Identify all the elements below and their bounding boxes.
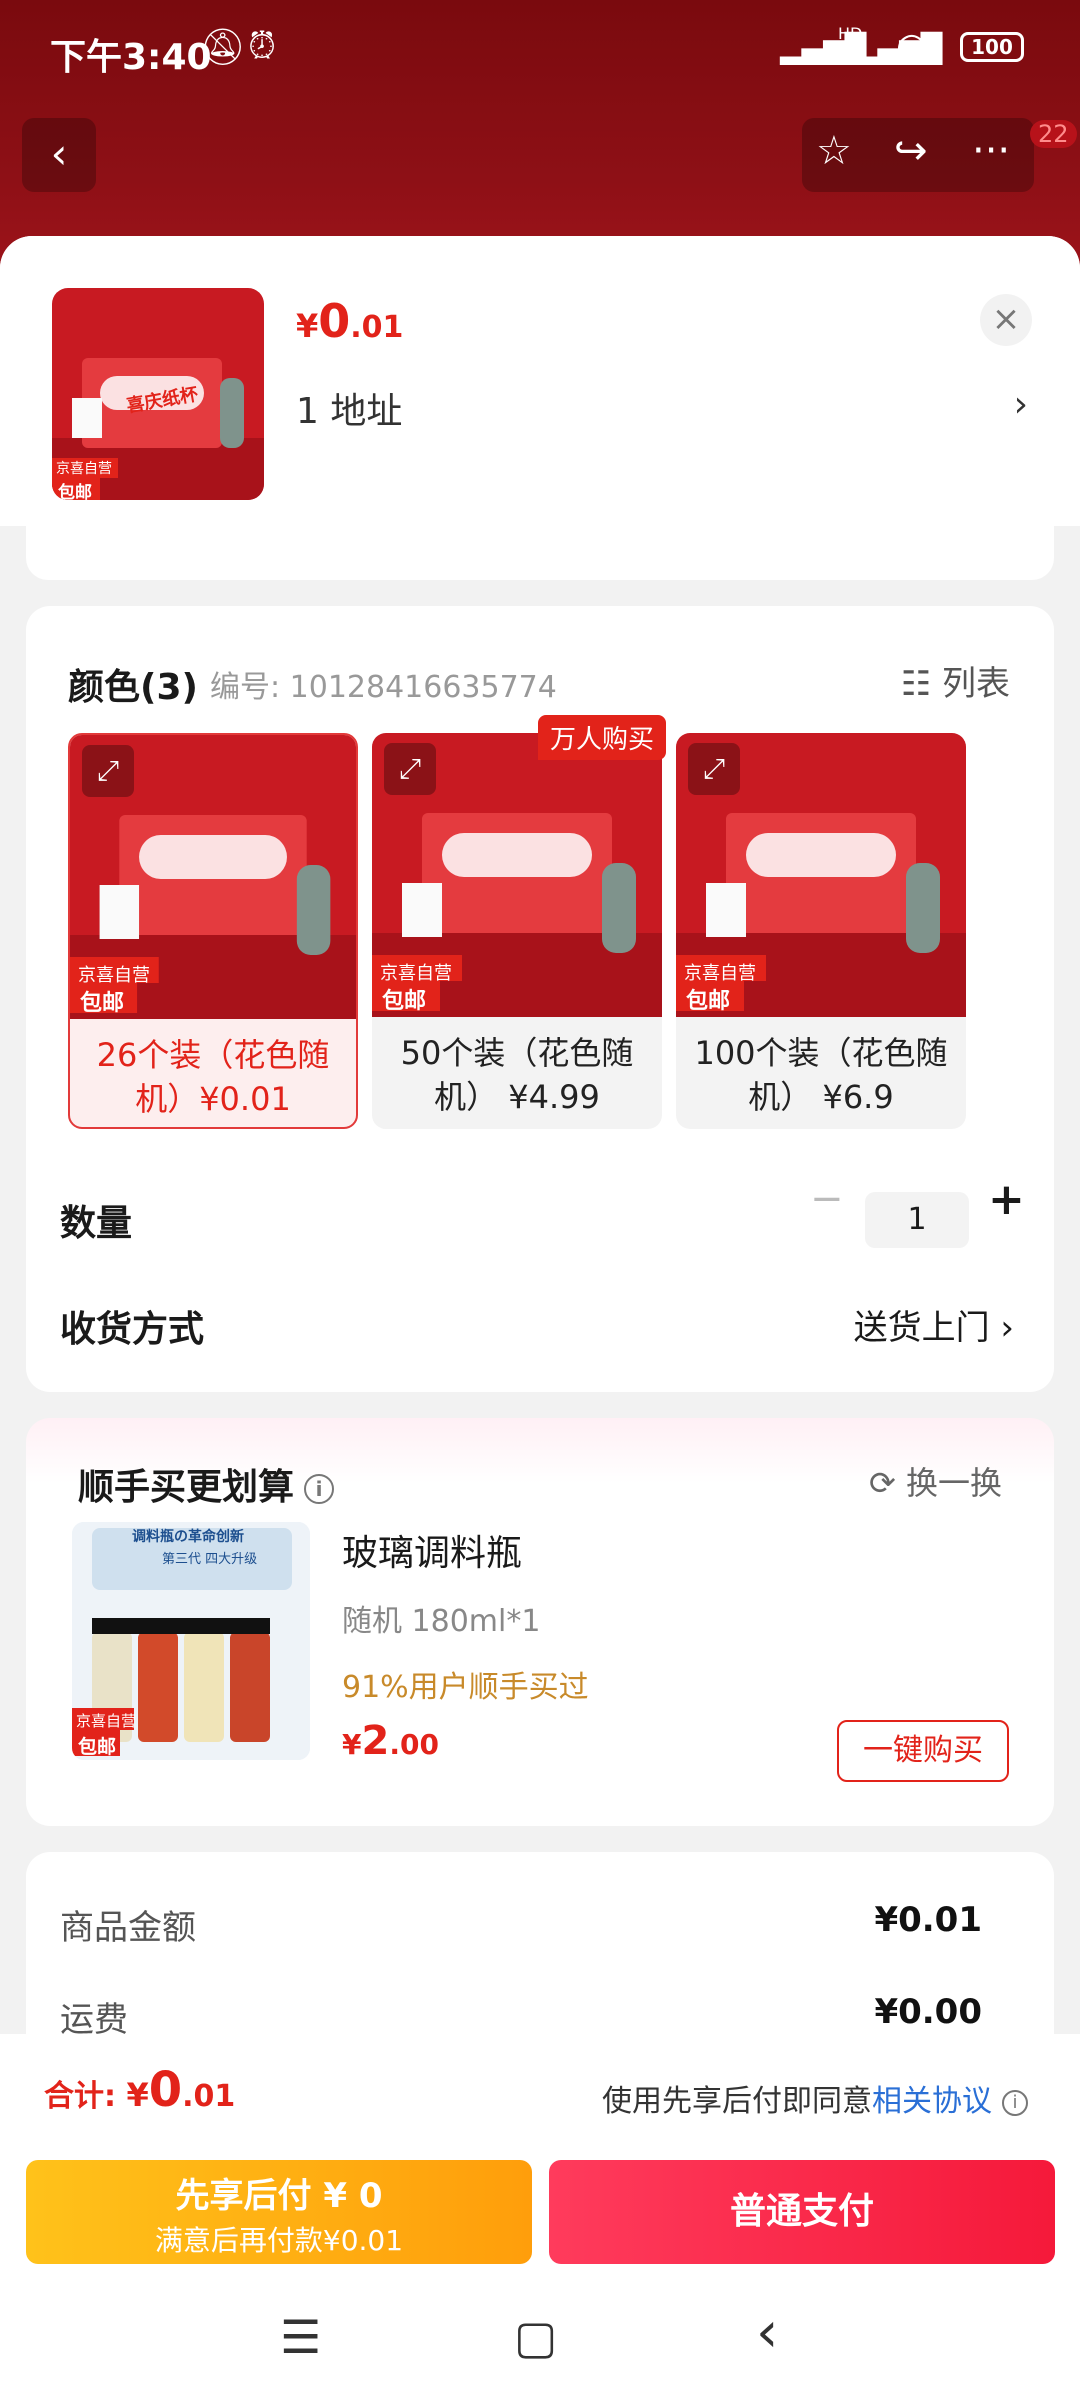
color-title: 颜色(3) xyxy=(68,667,198,708)
upsell-product-name[interactable]: 玻璃调料瓶 xyxy=(342,1524,522,1576)
variant-label: 26个装（花色随 机）¥0.01 xyxy=(96,1036,330,1118)
status-time: 下午3:40 xyxy=(50,37,212,78)
top-actions: ☆ ↪ ··· xyxy=(802,118,1034,192)
variant-label: 50个装（花色随 机） ¥4.99 xyxy=(400,1034,634,1116)
upsell-price: ¥2.00 xyxy=(342,1718,439,1764)
expand-icon[interactable]: ⤢ xyxy=(688,743,740,795)
quantity-input[interactable]: 1 xyxy=(865,1192,969,1248)
header-price: ¥0.01 xyxy=(296,294,404,348)
agreement-notice: 使用先享后付即同意相关协议 i xyxy=(602,2076,1028,2120)
jd-self-tag: 京喜自营 xyxy=(684,963,756,984)
free-shipping-tag: 包邮 xyxy=(78,1736,117,1758)
free-shipping-tag: 包邮 xyxy=(80,991,125,1016)
product-code: 编号: 10128416635774 xyxy=(210,670,557,705)
more-icon[interactable]: ··· xyxy=(972,128,1010,174)
favorite-icon[interactable]: ☆ xyxy=(816,128,852,174)
free-shipping-tag: 包邮 xyxy=(382,989,427,1014)
upsell-card: 顺手买更划算 i ⟳ 换一换 调料瓶の革命创新 第三代 四大升级 京喜自营 包邮 … xyxy=(26,1418,1054,1826)
upsell-spec: 随机 180ml*1 xyxy=(342,1604,541,1639)
swap-button[interactable]: ⟳ 换一换 xyxy=(869,1458,1002,1504)
jd-self-tag: 京喜自营 xyxy=(76,1712,137,1730)
battery-indicator: 100 xyxy=(960,32,1024,62)
total-price: 合计: ¥0.01 xyxy=(44,2062,236,2118)
upsell-product-image[interactable]: 调料瓶の革命创新 第三代 四大升级 京喜自营 包邮 xyxy=(72,1522,310,1760)
product-thumbnail[interactable]: 喜庆纸杯 京喜自营 包邮 xyxy=(52,288,264,500)
address-selector[interactable]: 1 地址 xyxy=(296,382,402,434)
close-icon: × xyxy=(991,299,1021,339)
chevron-right-icon[interactable]: › xyxy=(1014,384,1028,425)
variant-option[interactable]: ⤢ 京喜自营 包邮 50个装（花色随 机） ¥4.99 xyxy=(372,733,662,1129)
list-icon: ☷ xyxy=(900,664,932,704)
upsell-stat: 91%用户顺手买过 xyxy=(342,1670,589,1705)
back-nav-icon[interactable]: ‹ xyxy=(756,2300,778,2365)
upsell-img-text: 调料瓶の革命创新 xyxy=(132,1529,244,1545)
expand-icon[interactable]: ⤢ xyxy=(82,745,134,797)
checkout-bar: 合计: ¥0.01 使用先享后付即同意相关协议 i 先享后付 ¥ 0 满意后再付款… xyxy=(0,2034,1080,2400)
share-icon[interactable]: ↪ xyxy=(894,128,928,174)
list-view-toggle[interactable]: ☷ 列表 xyxy=(901,656,1010,705)
jd-self-tag: 京喜自营 xyxy=(78,965,150,986)
home-icon[interactable]: ▢ xyxy=(514,2310,557,2364)
variant-label: 100个装（花色随 机） ¥6.9 xyxy=(694,1034,948,1116)
mute-icon: 🔕︎ xyxy=(200,27,246,68)
hot-sale-badge: 万人购买 xyxy=(538,715,667,760)
delivery-method-selector[interactable]: 送货上门 › xyxy=(854,1300,1014,1349)
expand-icon[interactable]: ⤢ xyxy=(384,743,436,795)
delivery-label: 收货方式 xyxy=(60,1309,205,1350)
header-extension xyxy=(26,526,1054,580)
free-shipping-tag: 包邮 xyxy=(58,483,92,500)
info-icon[interactable]: i xyxy=(304,1474,335,1504)
variant-option[interactable]: ⤢ 京喜自营 包邮 26个装（花色随 机）¥0.01 xyxy=(68,733,358,1129)
jd-self-tag: 京喜自营 xyxy=(56,461,112,477)
quantity-label: 数量 xyxy=(60,1203,133,1244)
alarm-icon: ⏰︎ xyxy=(248,26,277,67)
chevron-right-icon: › xyxy=(1000,1308,1014,1348)
quantity-increase-button[interactable]: + xyxy=(988,1174,1025,1225)
spec-card: 颜色(3) 编号: 10128416635774 ☷ 列表 ⤢ 京喜自营 包邮 … xyxy=(26,606,1054,1392)
normal-pay-button[interactable]: 普通支付 xyxy=(549,2160,1055,2264)
status-bar: 下午3:40 🔕︎ ⏰︎ ▂▄▆█ HD ▂▄▆█ ◠ 100 xyxy=(0,0,1080,100)
agreement-link[interactable]: 相关协议 xyxy=(872,2084,992,2119)
pay-later-button[interactable]: 先享后付 ¥ 0 满意后再付款¥0.01 xyxy=(26,2160,532,2264)
menu-icon[interactable]: ☰ xyxy=(280,2310,321,2364)
back-button[interactable]: ‹ xyxy=(22,118,96,192)
back-icon: ‹ xyxy=(50,129,68,178)
summary-row: 商品金额 ¥0.01 xyxy=(60,1900,982,1948)
upsell-img-text-2: 第三代 四大升级 xyxy=(162,1552,258,1567)
cart-count-badge: 22 xyxy=(1030,120,1077,148)
jd-self-tag: 京喜自营 xyxy=(380,963,452,984)
wifi-icon: ◠ xyxy=(896,26,928,67)
quantity-decrease-button[interactable]: − xyxy=(810,1176,844,1222)
variant-option[interactable]: ⤢ 京喜自营 包邮 100个装（花色随 机） ¥6.9 xyxy=(676,733,966,1129)
close-button[interactable]: × xyxy=(980,294,1032,346)
free-shipping-tag: 包邮 xyxy=(686,989,731,1014)
one-click-buy-button[interactable]: 一键购买 xyxy=(837,1720,1009,1782)
refresh-icon: ⟳ xyxy=(869,1464,896,1502)
upsell-title: 顺手买更划算 i xyxy=(78,1458,335,1510)
info-icon[interactable]: i xyxy=(1002,2089,1028,2116)
